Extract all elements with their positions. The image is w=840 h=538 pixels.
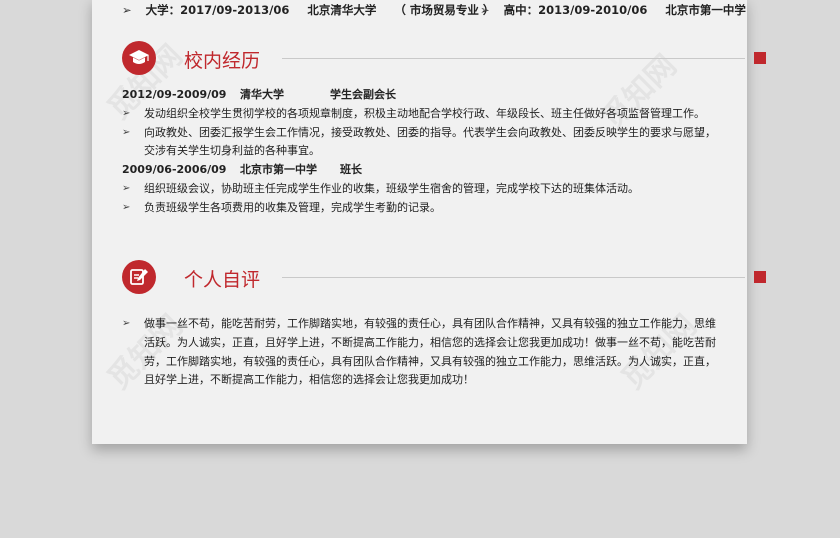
graduation-cap-icon — [122, 41, 156, 75]
arrow-bullet-icon: ➢ — [122, 3, 132, 17]
list-item-continuation: 且好学上进，不断提高工作能力，相信您的选择会让您我更加成功！ — [144, 373, 474, 387]
list-item: 负责班级学生各项费用的收集及管理，完成学生考勤的记录。 — [122, 199, 722, 218]
section-title: 校内经历 — [184, 50, 261, 72]
list-item: 做事一丝不苟，能吃苦耐劳，工作脚踏实地，有较强的责任心，具有团队合作精神，又具有… — [122, 315, 722, 334]
list-item-continuation: 劳，工作脚踏实地，有较强的责任心，具有团队合作精神，又具有较强的独立工作能力，思… — [144, 354, 716, 368]
list-item: 组织班级会议，协助班主任完成学生作业的收集，班级学生宿舍的管理，完成学校下达的班… — [122, 180, 722, 199]
divider — [282, 58, 745, 59]
list-item: 发动组织全校学生贯彻学校的各项规章制度，积极主动地配合学校行政、年级段长、班主任… — [122, 105, 722, 124]
campus-content: 2012/09-2009/09清华大学学生会副会长 发动组织全校学生贯彻学校的各… — [122, 86, 722, 218]
education-highschool: ➢ 高中：2013/09-2010/06 北京市第一中学 — [480, 2, 746, 18]
section-title: 个人自评 — [184, 269, 261, 291]
divider — [282, 277, 745, 278]
edit-icon — [122, 260, 156, 294]
highschool-name: 北京市第一中学 — [665, 3, 746, 17]
square-marker — [754, 52, 766, 64]
list-item-continuation: 活跃。为人诚实，正直，且好学上进，不断提高工作能力，相信您的选择会让您我更加成功… — [144, 335, 716, 349]
university-name: 北京清华大学 — [307, 3, 377, 17]
square-marker — [754, 271, 766, 283]
entry-heading: 2009/06-2006/09 北京市第一中学 班长 — [122, 163, 362, 177]
entry-heading: 2012/09-2009/09 清华大学 学生会副会长 — [122, 88, 396, 101]
section-header-self: 个人自评 — [122, 260, 772, 300]
education-university: ➢ 大学：2017/09-2013/06 北京清华大学 （ 市场贸易专业 ） — [122, 2, 494, 18]
university-dates: 大学：2017/09-2013/06 — [145, 3, 290, 17]
self-evaluation-content: 做事一丝不苟，能吃苦耐劳，工作脚踏实地，有较强的责任心，具有团队合作精神，又具有… — [122, 315, 722, 390]
resume-page: 觅知网 觅知网 觅知网 觅知网 ➢ 大学：2017/09-2013/06 北京清… — [92, 0, 766, 444]
highschool-dates: 高中：2013/09-2010/06 — [503, 3, 648, 17]
arrow-bullet-icon: ➢ — [480, 3, 490, 17]
list-item: 向政教处、团委汇报学生会工作情况，接受政教处、团委的指导。代表学生会向政教处、团… — [122, 124, 722, 143]
list-item-continuation: 交涉有关学生切身利益的各种事宜。 — [144, 144, 320, 158]
section-header-campus: 校内经历 — [122, 41, 772, 81]
